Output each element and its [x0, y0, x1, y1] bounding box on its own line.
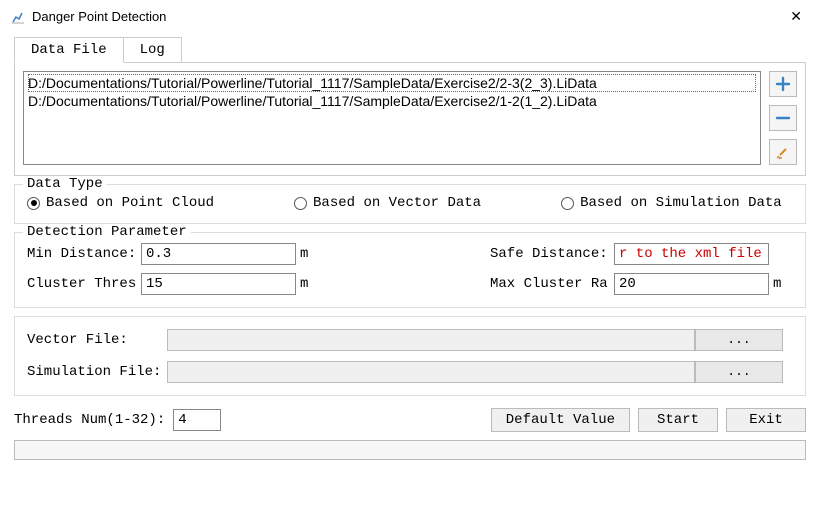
cluster-threshold-unit: m: [300, 276, 320, 292]
clear-files-button[interactable]: [769, 139, 797, 165]
max-cluster-input[interactable]: [614, 273, 769, 295]
file-list-item[interactable]: D:/Documentations/Tutorial/Powerline/Tut…: [28, 74, 756, 92]
max-cluster-unit: m: [773, 276, 793, 292]
radio-point-cloud[interactable]: Based on Point Cloud: [27, 195, 214, 211]
file-list[interactable]: D:/Documentations/Tutorial/Powerline/Tut…: [23, 71, 761, 165]
safe-distance-input[interactable]: [614, 243, 769, 265]
radio-label: Based on Vector Data: [313, 195, 481, 211]
safe-distance-label: Safe Distance:: [490, 246, 610, 262]
simulation-file-label: Simulation File:: [27, 364, 167, 380]
min-distance-input[interactable]: [141, 243, 296, 265]
plus-icon: [775, 76, 791, 92]
radio-indicator: [294, 197, 307, 210]
radio-vector-data[interactable]: Based on Vector Data: [294, 195, 481, 211]
data-type-legend: Data Type: [23, 176, 107, 192]
vector-file-label: Vector File:: [27, 332, 167, 348]
app-icon: [10, 9, 26, 25]
minus-icon: [775, 110, 791, 126]
remove-file-button[interactable]: [769, 105, 797, 131]
default-value-button[interactable]: Default Value: [491, 408, 630, 432]
radio-indicator: [561, 197, 574, 210]
cluster-threshold-input[interactable]: [141, 273, 296, 295]
threads-label: Threads Num(1-32):: [14, 412, 165, 428]
tab-log-label: Log: [140, 42, 165, 58]
radio-indicator: [27, 197, 40, 210]
data-file-pane: D:/Documentations/Tutorial/Powerline/Tut…: [14, 62, 806, 176]
radio-simulation-data[interactable]: Based on Simulation Data: [561, 195, 782, 211]
add-file-button[interactable]: [769, 71, 797, 97]
exit-button[interactable]: Exit: [726, 408, 806, 432]
tab-log[interactable]: Log: [123, 37, 182, 63]
max-cluster-label: Max Cluster Ra: [490, 276, 610, 292]
close-button[interactable]: ✕: [782, 6, 810, 27]
file-list-item[interactable]: D:/Documentations/Tutorial/Powerline/Tut…: [28, 92, 756, 110]
threads-input[interactable]: [173, 409, 221, 431]
min-distance-unit: m: [300, 246, 320, 262]
simulation-file-browse-button[interactable]: ...: [695, 361, 783, 383]
detection-parameter-group: Detection Parameter Min Distance: m Safe…: [14, 232, 806, 308]
vector-file-browse-button[interactable]: ...: [695, 329, 783, 351]
file-output-group: Vector File: ... Simulation File: ...: [14, 316, 806, 396]
data-type-group: Data Type Based on Point Cloud Based on …: [14, 184, 806, 224]
min-distance-label: Min Distance:: [27, 246, 137, 262]
start-button[interactable]: Start: [638, 408, 718, 432]
simulation-file-field: [167, 361, 695, 383]
radio-label: Based on Point Cloud: [46, 195, 214, 211]
detection-legend: Detection Parameter: [23, 224, 191, 240]
cluster-threshold-label: Cluster Thresh: [27, 276, 137, 292]
tab-data-file[interactable]: Data File: [14, 37, 124, 63]
vector-file-field: [167, 329, 695, 351]
tab-data-file-label: Data File: [31, 42, 107, 58]
window-title: Danger Point Detection: [32, 9, 166, 24]
broom-icon: [775, 144, 791, 160]
progress-bar: [14, 440, 806, 460]
radio-label: Based on Simulation Data: [580, 195, 782, 211]
